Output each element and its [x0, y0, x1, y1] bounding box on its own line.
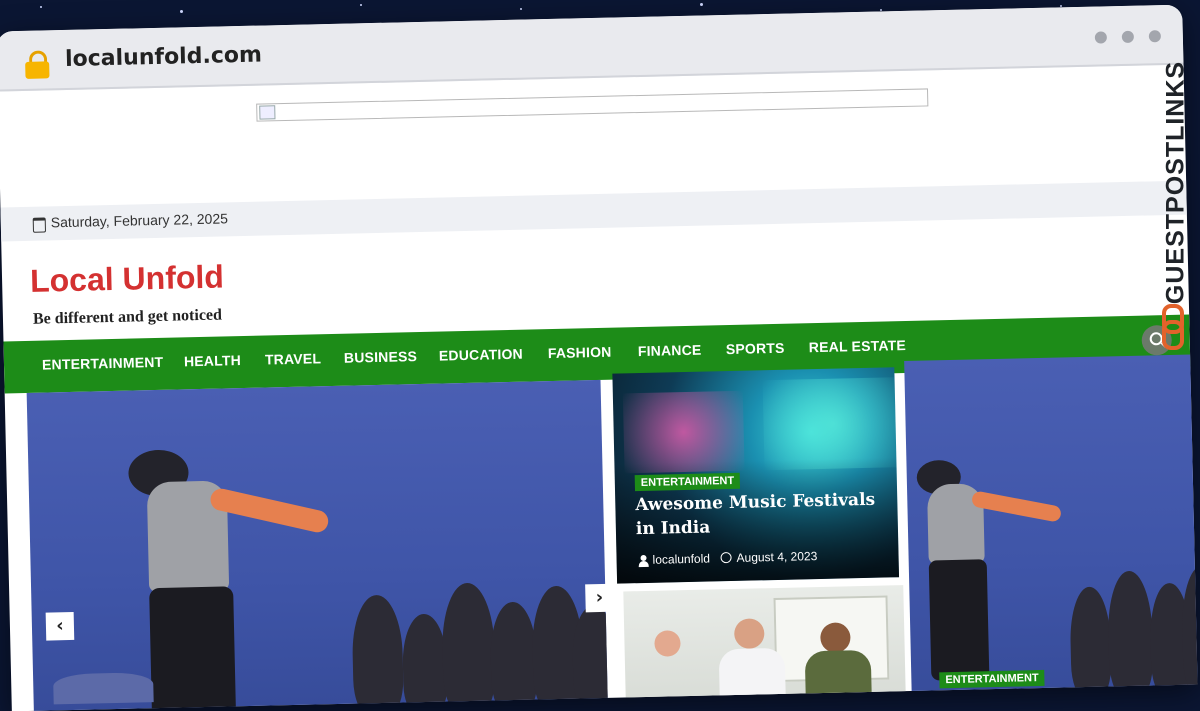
current-date: Saturday, February 22, 2025 [50, 210, 229, 231]
illustration-legs [149, 586, 237, 711]
user-icon [638, 554, 649, 568]
main-slider[interactable] [26, 379, 608, 711]
slider-prev-button[interactable]: ‹ [45, 611, 75, 641]
post-card-health[interactable] [623, 585, 906, 711]
illustration-patient [654, 630, 681, 657]
link-icon [1162, 304, 1184, 350]
broken-image-icon [259, 105, 276, 120]
right-slider[interactable]: ENTERTAINMENT [904, 354, 1198, 701]
watermark-text: GUESTPOSTLINKS [1161, 60, 1190, 305]
ad-banner-placeholder[interactable] [256, 88, 929, 122]
window-dot[interactable] [1148, 30, 1161, 43]
nav-item-travel[interactable]: TRAVEL [265, 350, 322, 367]
site-tagline: Be different and get noticed [32, 306, 223, 328]
nav-item-business[interactable]: BUSINESS [344, 348, 418, 366]
post-title[interactable]: Awesome Music Festivals in India [635, 487, 886, 541]
date-bar: Saturday, February 22, 2025 [0, 180, 1187, 242]
lock-icon [25, 50, 50, 79]
illustration-legs [928, 559, 990, 681]
post-author[interactable]: localunfold [652, 551, 710, 566]
nav-item-real-estate[interactable]: REAL ESTATE [809, 337, 906, 355]
nav-item-health[interactable]: HEALTH [184, 352, 241, 369]
browser-window: localunfold.com Saturday, February 22, 2… [0, 4, 1198, 711]
post-category-tag[interactable]: ENTERTAINMENT [634, 472, 741, 492]
illustration-doctor [733, 618, 765, 649]
illustration-coat [718, 647, 787, 711]
window-controls [1084, 27, 1161, 48]
illustration-stage [53, 672, 154, 705]
guestpostlinks-watermark: GUESTPOSTLINKS [1154, 48, 1194, 358]
post-category-tag[interactable]: ENTERTAINMENT [939, 669, 1045, 689]
illustration-arm [970, 490, 1063, 523]
slider-next-button[interactable]: › [585, 583, 614, 613]
url-text[interactable]: localunfold.com [65, 43, 262, 72]
calendar-icon [32, 217, 47, 233]
window-dot[interactable] [1121, 30, 1134, 44]
site-title[interactable]: Local Unfold [30, 258, 225, 299]
illustration-shirt-olive [804, 649, 873, 711]
nav-item-fashion[interactable]: FASHION [548, 344, 612, 361]
window-dot[interactable] [1094, 31, 1107, 44]
browser-address-bar: localunfold.com [0, 4, 1184, 92]
nav-item-education[interactable]: EDUCATION [439, 346, 523, 364]
featured-post-card[interactable]: ENTERTAINMENT Awesome Music Festivals in… [612, 367, 900, 584]
nav-item-sports[interactable]: SPORTS [726, 340, 785, 357]
nav-item-entertainment[interactable]: ENTERTAINMENT [42, 354, 164, 373]
nav-item-finance[interactable]: FINANCE [638, 342, 702, 359]
post-date: August 4, 2023 [736, 549, 818, 565]
